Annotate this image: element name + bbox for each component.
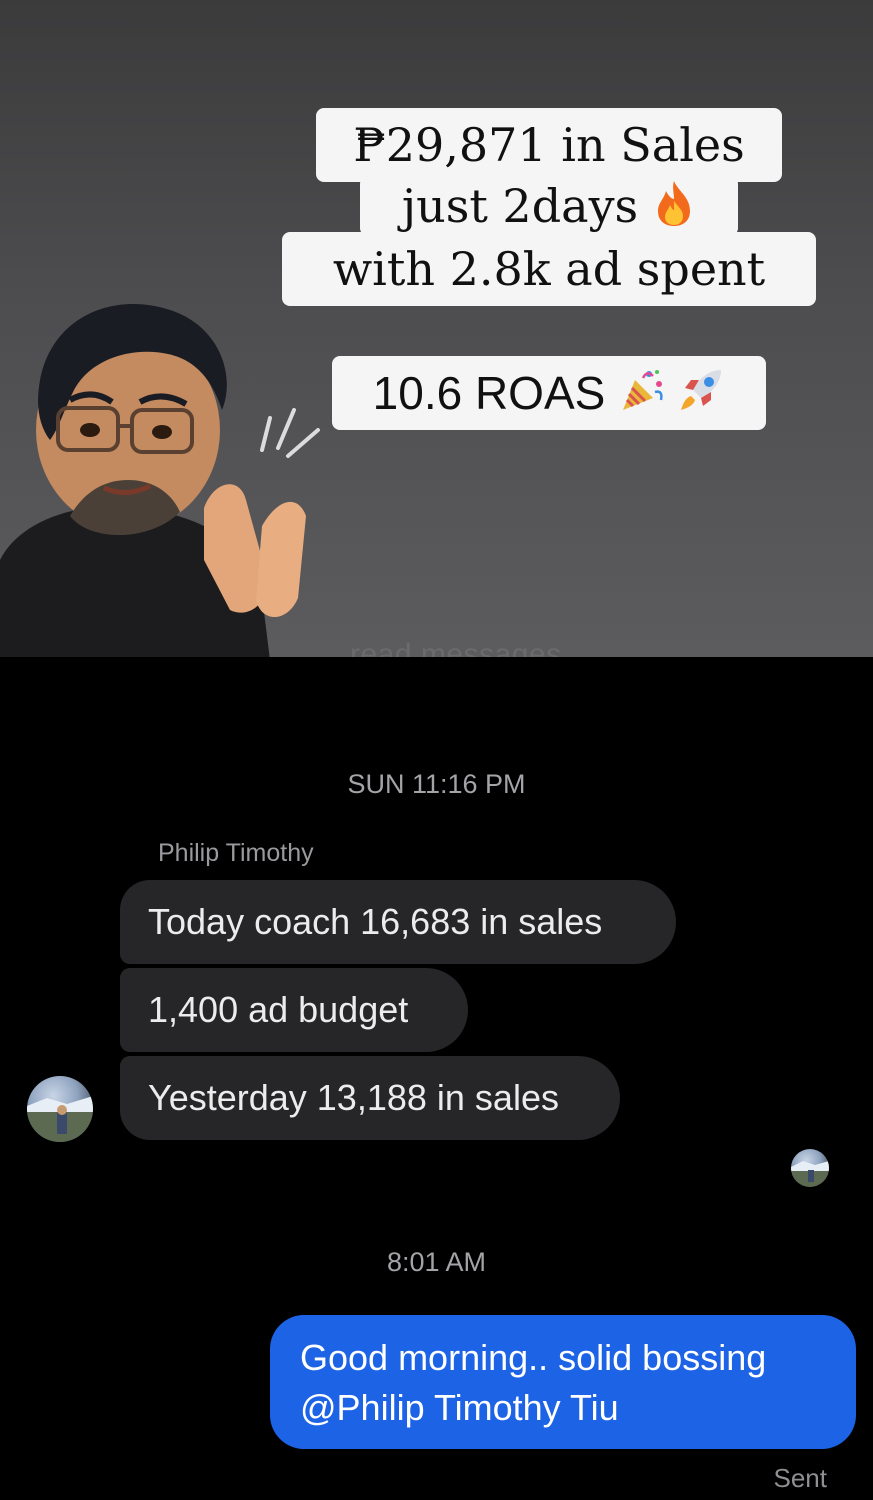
party-popper-icon bbox=[619, 366, 667, 421]
sent-message-mention[interactable]: @Philip Timothy Tiu bbox=[300, 1383, 826, 1433]
timestamp-morning: 8:01 AM bbox=[386, 1247, 487, 1277]
sent-message[interactable]: Good morning.. solid bossing @Philip Tim… bbox=[270, 1315, 856, 1449]
sent-status: Sent bbox=[773, 1463, 828, 1493]
seen-avatar bbox=[791, 1149, 829, 1187]
sender-name: Philip Timothy bbox=[158, 839, 314, 867]
sent-message-line-1: Good morning.. solid bossing bbox=[300, 1337, 767, 1378]
fire-icon bbox=[652, 179, 696, 234]
rocket-icon bbox=[677, 366, 725, 421]
headline-line-2: just 2days bbox=[360, 176, 738, 236]
story-overlay: ₱29,871 in Sales just 2days with 2.8k ad… bbox=[0, 0, 873, 657]
memoji-clapping-image bbox=[0, 280, 380, 657]
read-messages-partial: read messages bbox=[350, 640, 562, 657]
headline-line-1: ₱29,871 in Sales bbox=[316, 108, 782, 182]
received-message-1[interactable]: Today coach 16,683 in sales bbox=[120, 880, 676, 964]
received-message-3[interactable]: Yesterday 13,188 in sales bbox=[120, 1056, 620, 1140]
roas-caption: 10.6 ROAS bbox=[332, 356, 766, 430]
timestamp-sunday: SUN 11:16 PM bbox=[347, 769, 526, 799]
received-message-2[interactable]: 1,400 ad budget bbox=[120, 968, 468, 1052]
sender-avatar[interactable] bbox=[27, 1076, 93, 1142]
messenger-thread: SUN 11:16 PM Philip Timothy Today coach … bbox=[0, 657, 873, 1500]
